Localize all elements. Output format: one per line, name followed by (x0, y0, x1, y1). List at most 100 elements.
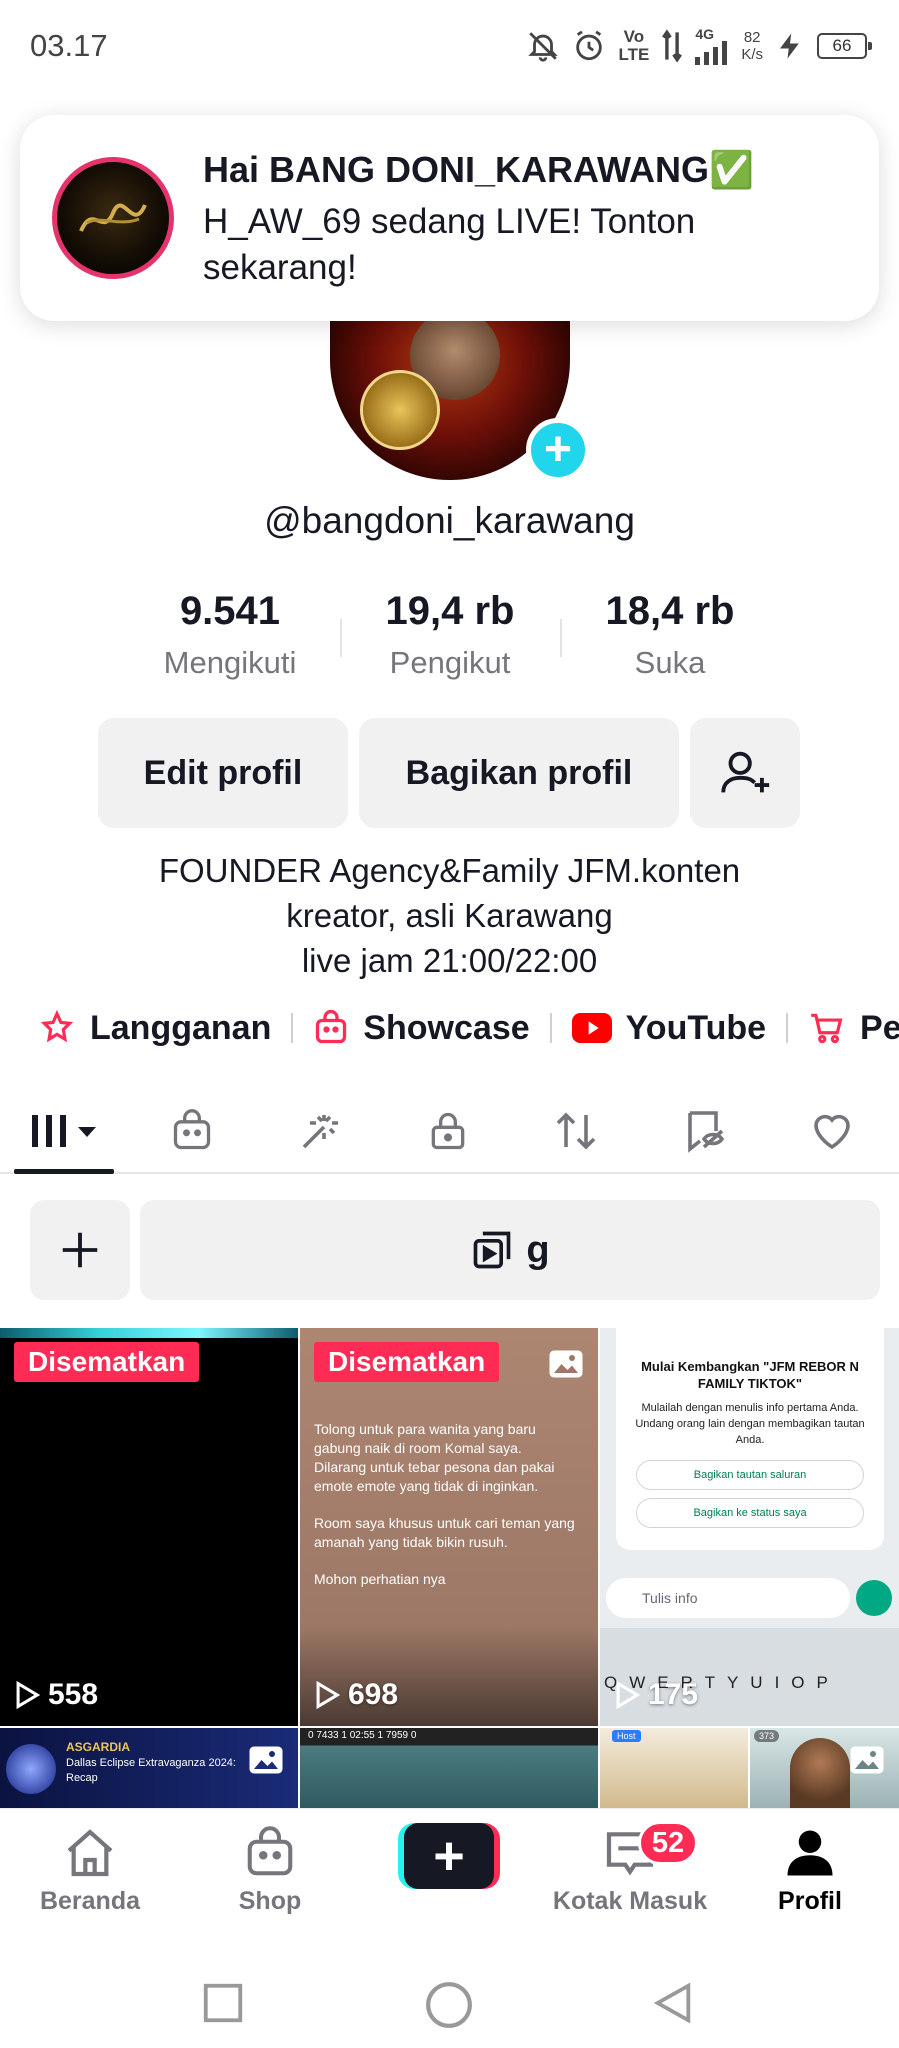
volte-icon: Vo LTE (618, 27, 650, 64)
edit-profile-button[interactable]: Edit profil (98, 718, 348, 828)
link-shop[interactable]: Pe (808, 1009, 899, 1048)
link-divider (786, 1013, 789, 1043)
stat-followers[interactable]: 19,4 rb Pengikut (340, 585, 560, 695)
nav-label: Profil (778, 1887, 842, 1915)
stat-value: 19,4 rb (385, 589, 515, 633)
notification-body: H_AW_69 sedang LIVE! Tonton sekarang! (203, 202, 696, 287)
pinned-badge: Disematkan (14, 1342, 200, 1382)
share-profile-button[interactable]: Bagikan profil (359, 718, 679, 828)
view-count: 558 (14, 1678, 98, 1712)
magic-wand-icon (302, 1115, 338, 1149)
tab-shop[interactable] (142, 1088, 242, 1174)
nav-profile[interactable]: Profil (720, 1821, 899, 1916)
tab-hidden[interactable] (654, 1088, 754, 1174)
nav-shop[interactable]: Shop (180, 1821, 360, 1916)
link-label: Showcase (363, 1008, 530, 1047)
battery-icon: 66 (817, 33, 872, 59)
profile-bio: FOUNDER Agency&Family JFM.konten kreator… (0, 848, 899, 983)
thumbnail-left-pane: Host (600, 1728, 748, 1808)
home-system-button[interactable] (424, 1980, 474, 2035)
viewer-count-badge: 373 (754, 1730, 780, 1742)
youtube-icon (571, 1013, 612, 1043)
view-count: 175 (614, 1678, 698, 1712)
recents-button[interactable] (200, 1980, 246, 2031)
active-tab-indicator (14, 1169, 114, 1174)
cart-icon (811, 1013, 843, 1044)
thumbnail-text: Tolong untuk para wanita yang baru gabun… (314, 1421, 575, 1587)
profile-avatar-wrap[interactable]: + (330, 280, 590, 482)
tab-effects[interactable] (270, 1088, 370, 1174)
nav-label: Beranda (39, 1887, 141, 1915)
hidden-bookmark-icon (688, 1111, 725, 1153)
video-thumbnail[interactable]: Disematkan 558 (0, 1328, 298, 1726)
back-button[interactable] (650, 1980, 696, 2031)
shop-bag-icon (247, 1826, 293, 1876)
link-showcase[interactable]: Showcase (313, 1008, 530, 1048)
bio-line: live jam 21:00/22:00 (301, 942, 598, 979)
shop-bag-icon (316, 1009, 347, 1044)
link-label: Pe (860, 1008, 899, 1047)
thumbnail-subtitle: Dallas Eclipse Extravaganza 2024: Recap (66, 1757, 236, 1784)
profile-action-buttons: Edit profil Bagikan profil (98, 718, 800, 828)
create-post-button[interactable]: + (398, 1823, 500, 1889)
data-arrows-icon (661, 29, 683, 63)
lock-icon (431, 1112, 465, 1150)
video-thumbnail[interactable]: ASGARDIA Dallas Eclipse Extravaganza 202… (0, 1728, 298, 1808)
signal-icon: 4G (695, 27, 729, 65)
view-count: 698 (314, 1678, 398, 1712)
stat-value: 18,4 rb (605, 589, 735, 633)
heart-icon (814, 1114, 850, 1150)
add-avatar-button[interactable]: + (526, 418, 590, 482)
status-bar: 03.17 Vo LTE 4G 82 K/s 66 (0, 0, 899, 92)
tab-videos[interactable] (14, 1088, 114, 1174)
link-subscription[interactable]: Langganan (38, 1009, 271, 1048)
play-outline-icon (616, 1681, 640, 1709)
stat-likes[interactable]: 18,4 rb Suka (560, 585, 780, 695)
thumbnail-game-hud: 0 7433 1 02:55 1 7959 0 (308, 1730, 417, 1741)
pinned-badge: Disematkan (314, 1342, 500, 1382)
add-user-icon (721, 751, 770, 793)
playlist-icon (474, 1231, 511, 1269)
video-grid: Disematkan 558 Disematkan Tolong untuk p… (0, 1328, 899, 1808)
create-plus-icon: + (404, 1823, 494, 1889)
notification-avatar (52, 157, 174, 279)
add-friend-button[interactable] (690, 718, 800, 828)
video-thumbnail[interactable]: Disematkan Tolong untuk para wanita yang… (300, 1328, 598, 1726)
tab-liked[interactable] (782, 1088, 882, 1174)
stat-label: Pengikut (389, 645, 511, 680)
video-thumbnail[interactable]: Mulai Kembangkan "JFM REBOR N FAMILY TIK… (600, 1328, 899, 1726)
stat-label: Suka (634, 645, 706, 680)
collection-filter-button[interactable]: g (140, 1200, 880, 1300)
thumbnail-face (790, 1738, 850, 1808)
host-badge: Host (612, 1730, 641, 1742)
plus-icon (62, 1232, 98, 1268)
repost-icon (556, 1112, 596, 1150)
tab-private[interactable] (398, 1088, 498, 1174)
inbox-badge: 52 (638, 1821, 698, 1865)
nav-home[interactable]: Beranda (0, 1821, 180, 1916)
play-outline-icon (316, 1681, 340, 1709)
grid-dropdown-icon (32, 1115, 96, 1147)
link-divider (549, 1013, 552, 1043)
stat-following[interactable]: 9.541 Mengikuti (120, 585, 340, 695)
play-outline-icon (16, 1681, 40, 1709)
photo-post-icon (849, 1744, 885, 1781)
thumbnail-glow (0, 1328, 298, 1338)
tab-reposts[interactable] (526, 1088, 626, 1174)
back-triangle-icon (653, 1982, 691, 2024)
link-youtube[interactable]: YouTube (571, 1009, 766, 1048)
thumbnail-input: Tulis info (606, 1578, 850, 1618)
thumbnail-title: ASGARDIA (66, 1740, 131, 1754)
profile-username: @bangdoni_karawang (264, 500, 635, 541)
nav-label: Shop (238, 1887, 302, 1915)
thumbnail-mic (856, 1580, 892, 1616)
star-sparkle-icon (40, 1009, 74, 1043)
video-thumbnail[interactable]: Host 373 (600, 1728, 899, 1808)
charging-icon (775, 31, 805, 61)
live-notification[interactable]: Hai BANG DONI_KARAWANG✅ H_AW_69 sedang L… (20, 115, 879, 321)
nav-inbox[interactable]: Kotak Masuk 52 (540, 1821, 720, 1916)
add-collection-button[interactable] (30, 1200, 130, 1300)
stat-value: 9.541 (179, 589, 281, 633)
video-thumbnail[interactable]: 0 7433 1 02:55 1 7959 0 (300, 1728, 598, 1808)
shop-bag-icon (173, 1109, 211, 1150)
